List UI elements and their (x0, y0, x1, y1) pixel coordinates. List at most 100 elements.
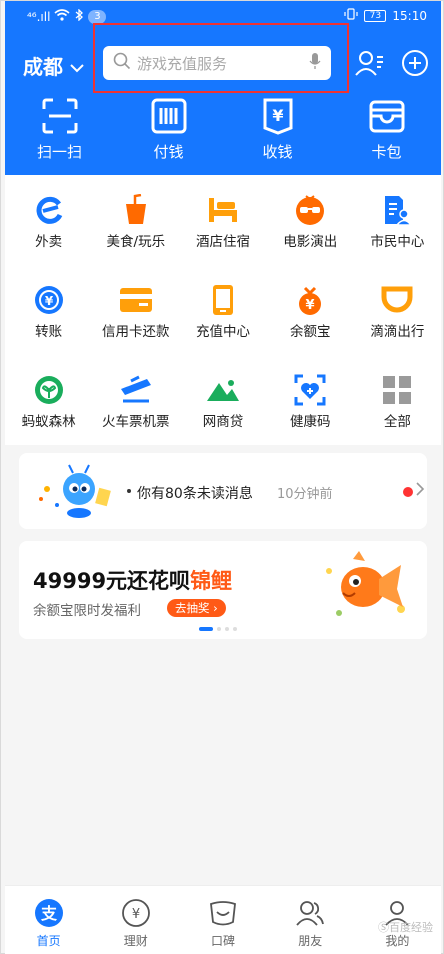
service-train[interactable]: 火车票机票 (92, 373, 179, 463)
promo-title-main: 49999元还花呗 (33, 569, 191, 593)
watermark: Ⓢ百度经验 (378, 921, 433, 934)
service-label: 酒店住宿 (196, 234, 250, 250)
barcode-icon (151, 98, 186, 134)
quick-actions: 扫一扫 付钱 ¥ 收钱 卡包 (5, 97, 441, 162)
all-grid-icon (380, 373, 414, 407)
signal-indicator: ⁴⁶.ıll (27, 9, 51, 24)
service-takeout[interactable]: 外卖 (5, 193, 92, 283)
friends-icon (296, 901, 325, 926)
message-card[interactable]: 你有80条未读消息 10分钟前 (19, 453, 427, 529)
microphone-icon[interactable] (309, 52, 321, 74)
app-screen: ⁴⁶.ıll 3 73 15:10 成都 游戏充值服务 扫一扫 付钱 ¥ 收钱 … (0, 0, 444, 954)
didi-icon (380, 283, 414, 317)
bluetooth-icon (74, 8, 84, 24)
service-hotel[interactable]: 酒店住宿 (179, 193, 266, 283)
search-placeholder: 游戏充值服务 (137, 54, 228, 73)
transfer-icon: ¥ (32, 283, 66, 317)
tab-friends[interactable]: 朋友 (267, 886, 354, 954)
service-all[interactable]: 全部 (354, 373, 441, 463)
service-label: 信用卡还款 (102, 324, 170, 340)
quick-action-label: 卡包 (371, 143, 402, 161)
service-grid: 外卖 美食/玩乐 酒店住宿 电影演出 市民中心 ¥ 转账 信用卡还款 充值中心 … (5, 175, 441, 445)
movie-icon (293, 193, 327, 227)
service-row: 外卖 美食/玩乐 酒店住宿 电影演出 市民中心 (5, 193, 441, 283)
battery-icon: 73 (364, 9, 387, 22)
lottery-button[interactable]: 去抽奖 › (167, 599, 226, 617)
tab-finance[interactable]: ¥ 理财 (92, 886, 179, 954)
notification-badge: 3 (88, 9, 107, 24)
svg-text:¥: ¥ (306, 298, 315, 313)
service-health-code[interactable]: 健康码 (267, 373, 354, 463)
city-name: 成都 (23, 55, 63, 79)
add-circle-icon[interactable] (401, 49, 429, 77)
takeout-icon (32, 193, 66, 227)
search-input[interactable]: 游戏充值服务 (103, 46, 331, 80)
credit-card-icon (119, 283, 153, 317)
header-area: ⁴⁶.ıll 3 73 15:10 成都 游戏充值服务 扫一扫 付钱 ¥ 收钱 … (5, 1, 441, 175)
finance-icon: ¥ (121, 899, 150, 927)
service-label: 网商贷 (202, 414, 244, 430)
service-loan[interactable]: 网商贷 (179, 373, 266, 463)
tab-home[interactable]: 支 首页 (5, 886, 92, 954)
promo-subtitle: 余额宝限时发福利 (33, 603, 141, 619)
svg-text:¥: ¥ (44, 294, 53, 308)
train-icon (119, 373, 153, 407)
chevron-right-icon (415, 481, 425, 500)
receive-money-icon: ¥ (263, 98, 292, 135)
scan-icon (42, 98, 77, 134)
service-label: 余额宝 (289, 324, 331, 340)
loan-icon (206, 373, 240, 407)
status-time: 15:10 (392, 8, 427, 23)
service-credit-card[interactable]: 信用卡还款 (92, 283, 179, 373)
service-citizen[interactable]: 市民中心 (354, 193, 441, 283)
quick-action-cards[interactable]: 卡包 (332, 97, 441, 162)
service-label: 美食/玩乐 (106, 234, 166, 250)
svg-text:支: 支 (40, 904, 58, 923)
service-label: 全部 (383, 414, 411, 430)
food-icon (119, 193, 153, 227)
citizen-icon (380, 193, 414, 227)
tab-label: 首页 (36, 934, 61, 948)
card-wallet-icon (369, 100, 404, 133)
unread-dot (403, 487, 413, 497)
tab-label: 理财 (123, 934, 148, 948)
health-code-icon (293, 373, 327, 407)
service-label: 市民中心 (370, 234, 425, 250)
tab-label: 口碑 (211, 934, 236, 948)
home-alipay-icon: 支 (34, 899, 63, 927)
service-food[interactable]: 美食/玩乐 (92, 193, 179, 283)
chevron-down-icon (69, 54, 85, 78)
service-label: 电影演出 (283, 234, 338, 250)
quick-action-label: 收钱 (262, 143, 293, 161)
city-selector[interactable]: 成都 (23, 51, 85, 80)
service-label: 滴滴出行 (370, 324, 425, 340)
service-didi[interactable]: 滴滴出行 (354, 283, 441, 373)
phone-topup-icon (206, 283, 240, 317)
service-forest[interactable]: 蚂蚁森林 (5, 373, 92, 463)
service-label: 外卖 (35, 234, 63, 250)
quick-action-pay[interactable]: 付钱 (114, 97, 223, 162)
service-yuebao[interactable]: ¥ 余额宝 (267, 283, 354, 373)
message-time: 10分钟前 (277, 487, 333, 502)
quick-action-receive[interactable]: ¥ 收钱 (223, 97, 332, 162)
koi-fish-icon (319, 549, 409, 629)
service-movie[interactable]: 电影演出 (267, 193, 354, 283)
bullet-dot (127, 489, 131, 493)
koubei-icon (210, 901, 236, 926)
service-label: 蚂蚁森林 (21, 414, 76, 430)
service-row: ¥ 转账 信用卡还款 充值中心 ¥ 余额宝 滴滴出行 (5, 283, 441, 373)
tab-koubei[interactable]: 口碑 (179, 886, 266, 954)
promo-title-highlight: 锦鲤 (190, 569, 233, 593)
quick-action-label: 付钱 (153, 143, 184, 161)
service-transfer[interactable]: ¥ 转账 (5, 283, 92, 373)
unread-message-text: 你有80条未读消息 (137, 486, 253, 502)
promo-banner[interactable]: 49999元还花呗锦鲤 余额宝限时发福利 去抽奖 › (19, 541, 427, 639)
svg-text:¥: ¥ (272, 106, 283, 125)
search-icon (113, 52, 131, 74)
contacts-icon[interactable] (355, 49, 385, 77)
service-row: 蚂蚁森林 火车票机票 网商贷 健康码 全部 (5, 373, 441, 463)
service-label: 转账 (35, 324, 63, 340)
service-topup[interactable]: 充值中心 (179, 283, 266, 373)
svg-text:¥: ¥ (132, 907, 140, 922)
quick-action-scan[interactable]: 扫一扫 (5, 97, 114, 162)
